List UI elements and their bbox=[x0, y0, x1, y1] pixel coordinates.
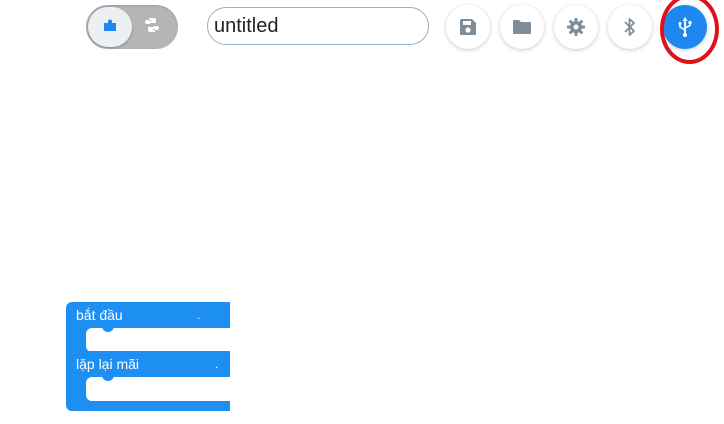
slot-notch bbox=[102, 375, 114, 381]
blocks-mode-button[interactable] bbox=[88, 7, 132, 47]
slot-notch bbox=[102, 326, 114, 332]
python-mode-button[interactable] bbox=[132, 7, 172, 47]
usb-connect-button[interactable] bbox=[663, 5, 707, 49]
floppy-disk-icon bbox=[459, 18, 477, 36]
start-block-slot bbox=[86, 326, 230, 352]
folder-icon bbox=[512, 18, 532, 36]
start-block-label: bắt đầu bbox=[76, 307, 123, 323]
open-folder-button[interactable] bbox=[500, 5, 544, 49]
forever-loop-block[interactable]: lặp lại mãi . bbox=[66, 351, 230, 411]
start-block-dot: . bbox=[197, 308, 201, 322]
python-icon bbox=[144, 17, 160, 38]
forever-loop-slot bbox=[86, 375, 230, 401]
bluetooth-icon bbox=[623, 17, 637, 37]
settings-button[interactable] bbox=[554, 5, 598, 49]
mode-toggle[interactable] bbox=[86, 5, 178, 49]
puzzle-piece-icon bbox=[102, 17, 118, 38]
forever-loop-dot: . bbox=[215, 357, 219, 371]
gear-icon bbox=[566, 17, 586, 37]
usb-icon bbox=[677, 16, 693, 38]
bluetooth-button[interactable] bbox=[608, 5, 652, 49]
project-name-input[interactable] bbox=[207, 7, 429, 45]
save-button[interactable] bbox=[446, 5, 490, 49]
forever-loop-label: lặp lại mãi bbox=[76, 356, 140, 372]
app-window: bắt đầu . lặp lại mãi . bbox=[0, 0, 724, 424]
